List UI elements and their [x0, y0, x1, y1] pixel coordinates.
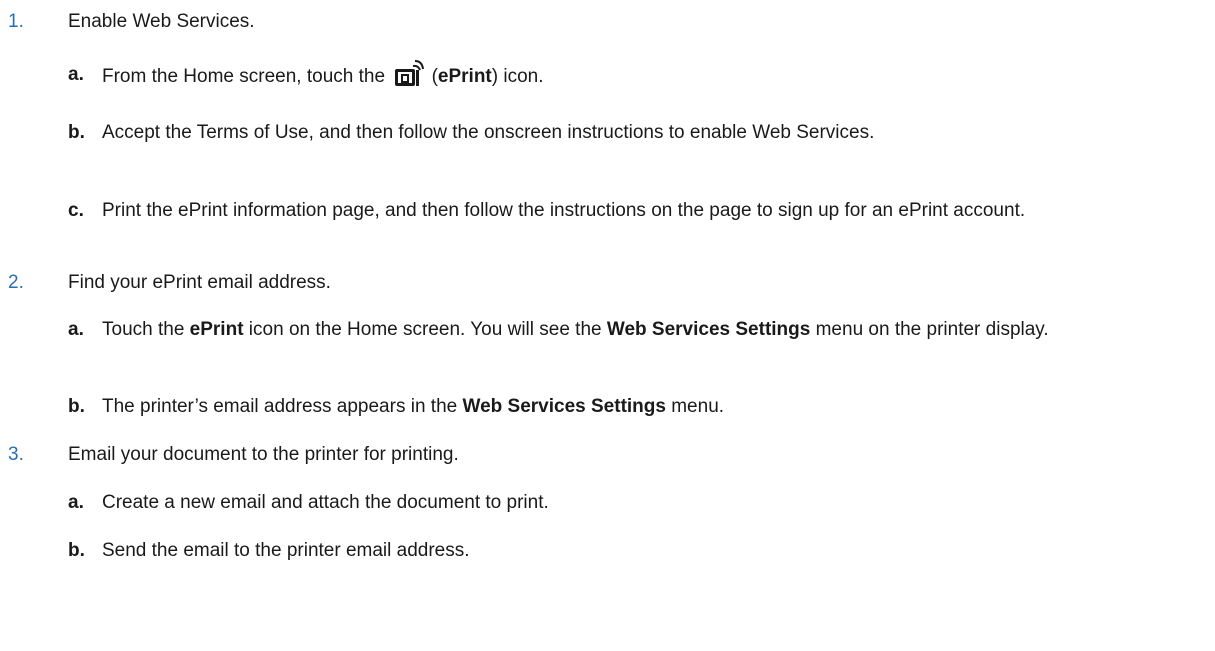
- substep-letter: b.: [68, 540, 85, 561]
- substep-letter: a.: [68, 492, 84, 513]
- step-number: 2.: [8, 272, 24, 293]
- step-text: Enable Web Services.: [68, 11, 255, 32]
- substep-letter: c.: [68, 200, 84, 221]
- step-text: Email your document to the printer for p…: [68, 444, 459, 465]
- substep-text: Accept the Terms of Use, and then follow…: [102, 122, 875, 143]
- substep-letter: a.: [68, 319, 84, 340]
- substep-letter: b.: [68, 122, 85, 143]
- step-text: Find your ePrint email address.: [68, 272, 331, 293]
- step-number: 1.: [8, 11, 24, 32]
- substep-text: Create a new email and attach the docume…: [102, 492, 549, 513]
- eprint-icon: [395, 60, 425, 86]
- substep-letter: b.: [68, 396, 85, 417]
- substep-text: From the Home screen, touch the (ePrint)…: [102, 60, 1202, 91]
- step-number: 3.: [8, 444, 24, 465]
- substep-letter: a.: [68, 64, 84, 85]
- substep-text: The printer’s email address appears in t…: [102, 396, 725, 417]
- substep-text: Touch the ePrint icon on the Home screen…: [102, 319, 1049, 340]
- instruction-document: 1. Enable Web Services. a. From the Home…: [0, 0, 1215, 651]
- substep-text: Send the email to the printer email addr…: [102, 540, 470, 561]
- substep-text: Print the ePrint information page, and t…: [102, 200, 1026, 221]
